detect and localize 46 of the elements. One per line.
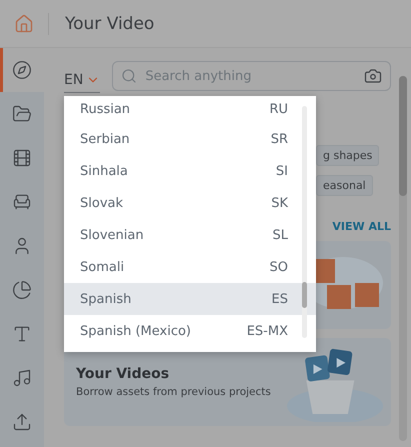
- film-icon: [12, 148, 32, 168]
- language-selector[interactable]: EN: [64, 66, 100, 92]
- armchair-icon: [12, 192, 32, 212]
- folder-icon: [12, 104, 32, 124]
- language-name: Russian: [80, 102, 130, 117]
- camera-icon[interactable]: [364, 67, 382, 85]
- home-icon: [14, 14, 34, 34]
- card-title: Your Videos: [76, 366, 170, 382]
- language-name: Spanish: [80, 292, 132, 306]
- language-code: ES: [272, 292, 288, 306]
- page-title: Your Video: [65, 14, 154, 34]
- language-code: ES-MX: [246, 324, 288, 338]
- upload-icon: [12, 412, 32, 432]
- pie-chart-icon: [12, 280, 32, 300]
- menu-scrollbar[interactable]: [302, 106, 307, 338]
- language-code: SK: [271, 196, 288, 210]
- language-option[interactable]: Sinhala SI: [64, 155, 316, 187]
- language-option[interactable]: Somali SO: [64, 251, 316, 283]
- language-option[interactable]: Slovak SK: [64, 187, 316, 219]
- language-option[interactable]: Russian RU: [64, 96, 316, 123]
- language-name: Slovak: [80, 196, 124, 210]
- language-code: SI: [276, 164, 288, 178]
- tag-chip[interactable]: easonal: [316, 175, 373, 196]
- language-code: SR: [270, 132, 288, 146]
- language-option[interactable]: Serbian SR: [64, 123, 316, 155]
- search-input[interactable]: Search anything: [143, 68, 358, 84]
- language-code: SO: [270, 260, 288, 274]
- language-code: SL: [272, 228, 288, 242]
- language-option[interactable]: Spanish (Mexico) ES-MX: [64, 315, 316, 347]
- language-code: RU: [269, 102, 288, 117]
- language-name: Serbian: [80, 132, 130, 146]
- search-icon: [121, 68, 138, 84]
- search-field[interactable]: Search anything: [112, 61, 391, 91]
- language-name: Spanish (Mexico): [80, 324, 192, 338]
- language-option[interactable]: Spanish ES: [64, 283, 316, 315]
- language-name: Sinhala: [80, 164, 128, 178]
- scrollbar[interactable]: [399, 76, 407, 441]
- music-icon: [12, 368, 32, 388]
- language-name: Somali: [80, 260, 124, 274]
- tag-chip[interactable]: g shapes: [316, 145, 380, 166]
- compass-icon: [12, 60, 32, 80]
- language-option[interactable]: Slovenian SL: [64, 219, 316, 251]
- text-icon: [12, 324, 32, 344]
- card-subtitle: Borrow assets from previous projects: [76, 386, 271, 398]
- language-name: Slovenian: [80, 228, 144, 242]
- sidebar-compass-button[interactable]: [0, 48, 44, 92]
